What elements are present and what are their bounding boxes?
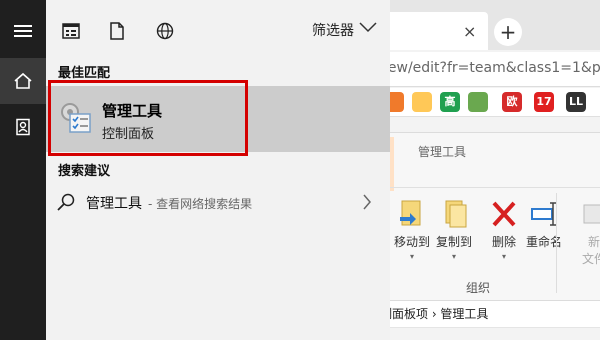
move-to-button[interactable]: 移动到 ▾ <box>394 199 430 261</box>
new-folder-button[interactable]: 新 文件 <box>580 199 600 267</box>
bookmark-item[interactable]: 欧 <box>502 92 522 112</box>
user-contact-icon <box>16 118 30 136</box>
suggestion-hint: - 查看网络搜索结果 <box>148 197 253 211</box>
search-results-panel: 筛选器 最佳匹配 管理工具 控制面板 搜索建议 管理工具 - 查看网络搜索结果 <box>46 0 390 340</box>
bookmark-item[interactable]: LL <box>566 92 586 112</box>
search-icon <box>57 193 75 211</box>
documents-scope-button[interactable] <box>106 20 128 42</box>
bookmark-item[interactable] <box>412 92 432 112</box>
apps-icon <box>62 23 80 39</box>
apps-scope-button[interactable] <box>60 20 82 42</box>
start-rail <box>0 0 46 340</box>
search-scope-bar: 筛选器 <box>46 0 390 60</box>
home-button[interactable] <box>0 58 46 104</box>
home-icon <box>14 72 32 89</box>
address-bar[interactable]: iew/edit?fr=team&class1=1&p. <box>380 52 600 87</box>
web-globe-icon <box>156 22 174 40</box>
browser-tab-strip: × + <box>380 0 600 50</box>
suggestion-text: 管理工具 <box>86 196 142 212</box>
ribbon-tab-title[interactable]: 管理工具 <box>418 143 466 160</box>
new-folder-icon <box>583 204 600 224</box>
bookmark-item[interactable]: 17 <box>534 92 554 112</box>
delete-x-icon <box>492 201 516 227</box>
chevron-down-icon[interactable] <box>359 20 377 34</box>
move-to-icon <box>400 200 421 226</box>
url-text: iew/edit?fr=team&class1=1&p. <box>384 60 600 76</box>
new-tab-button[interactable]: + <box>494 18 522 46</box>
filter-button[interactable]: 筛选器 <box>312 20 354 40</box>
rename-icon <box>531 202 556 226</box>
ribbon-group-label: 组织 <box>466 281 491 295</box>
browser-tab[interactable]: × <box>380 12 488 50</box>
copy-to-icon <box>445 200 467 228</box>
explorer-ribbon: 管理工具 移动到 ▾ 复制到 ▾ 删除 ▾ 重命名 新 文件 组织 <box>380 132 600 301</box>
copy-to-button[interactable]: 复制到 ▾ <box>436 199 472 261</box>
red-highlight-box <box>48 80 248 156</box>
bookmark-item[interactable]: 高 <box>440 92 460 112</box>
suggestions-heading: 搜索建议 <box>58 164 111 179</box>
breadcrumb[interactable]: 制面板项 › 管理工具 <box>380 300 600 328</box>
tab-close-icon[interactable]: × <box>463 22 476 41</box>
web-suggestion-item[interactable]: 管理工具 - 查看网络搜索结果 <box>46 184 390 220</box>
document-icon <box>110 22 124 40</box>
chevron-right-icon[interactable] <box>362 194 372 210</box>
web-scope-button[interactable] <box>154 20 176 42</box>
delete-button[interactable]: 删除 ▾ <box>490 199 518 261</box>
best-match-heading: 最佳匹配 <box>58 66 111 81</box>
hamburger-icon <box>14 25 32 37</box>
bookmark-item[interactable] <box>468 92 488 112</box>
user-button[interactable] <box>0 104 46 150</box>
menu-button[interactable] <box>0 8 46 54</box>
bookmarks-bar: 高 欧 17 LL <box>380 88 600 117</box>
background-browser-window: × + iew/edit?fr=team&class1=1&p. 高 欧 17 … <box>380 0 600 340</box>
